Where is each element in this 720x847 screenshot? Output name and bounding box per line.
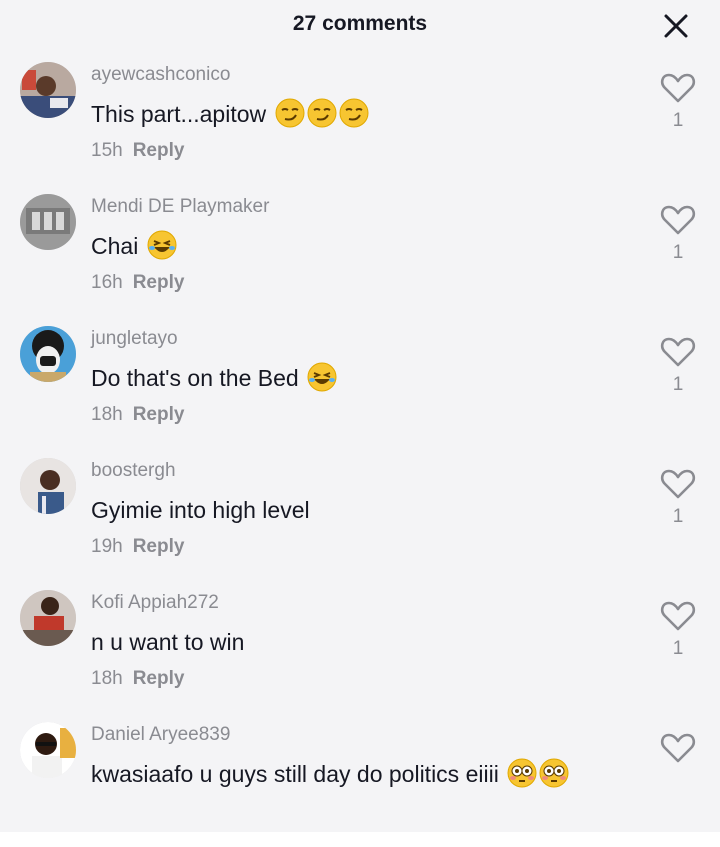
comment-meta: 15h Reply xyxy=(91,140,184,162)
reply-button[interactable]: Reply xyxy=(133,272,185,293)
comment-text: Do that's on the Bed xyxy=(91,361,631,395)
comment-text: Gyimie into high level xyxy=(91,497,310,523)
comment-item: boostergh Gyimie into high level 19h Repl… xyxy=(0,458,720,590)
joy-emoji-icon xyxy=(307,362,337,392)
like-count: 1 xyxy=(672,242,684,263)
avatar[interactable] xyxy=(20,326,76,382)
comments-count-title: 27 comments xyxy=(292,12,428,35)
comment-text: kwasiaafo u guys still day do politics e… xyxy=(91,757,631,791)
comment-item: Mendi DE Playmaker Chai 16h Reply 1 xyxy=(0,194,720,326)
reply-button[interactable]: Reply xyxy=(133,140,185,161)
comments-sheet: 27 comments ayewcashconico This part...a… xyxy=(0,0,720,847)
comment-username[interactable]: Daniel Aryee839 xyxy=(91,724,230,746)
comment-username[interactable]: ayewcashconico xyxy=(91,64,230,86)
comment-item: Kofi Appiah272 n u want to win 18h Reply … xyxy=(0,590,720,722)
heart-icon[interactable] xyxy=(660,336,696,368)
avatar[interactable] xyxy=(20,194,76,250)
comments-header: 27 comments xyxy=(0,0,720,54)
comment-time: 18h xyxy=(91,404,123,425)
avatar[interactable] xyxy=(20,62,76,118)
comment-meta: 19h Reply xyxy=(91,536,184,558)
comment-text: n u want to win xyxy=(91,629,245,655)
flushed-emoji-icon xyxy=(507,758,537,788)
comment-item: Daniel Aryee839 kwasiaafo u guys still d… xyxy=(0,722,720,832)
comment-username[interactable]: Mendi DE Playmaker xyxy=(91,196,269,218)
reply-button[interactable]: Reply xyxy=(133,536,185,557)
comment-text: Chai xyxy=(91,229,631,263)
bottom-bar xyxy=(0,832,720,847)
reply-button[interactable]: Reply xyxy=(133,668,185,689)
avatar[interactable] xyxy=(20,458,76,514)
comment-time: 16h xyxy=(91,272,123,293)
heart-icon[interactable] xyxy=(660,468,696,500)
heart-icon[interactable] xyxy=(660,732,696,764)
comment-username[interactable]: Kofi Appiah272 xyxy=(91,592,219,614)
like-count: 1 xyxy=(672,110,684,131)
like-count: 1 xyxy=(672,506,684,527)
heart-icon[interactable] xyxy=(660,600,696,632)
comment-item: ayewcashconico This part...apitow 15h Rep… xyxy=(0,62,720,194)
comment-item: jungletayo Do that's on the Bed 18h Reply… xyxy=(0,326,720,458)
comment-time: 18h xyxy=(91,668,123,689)
comment-time: 15h xyxy=(91,140,123,161)
comment-meta: 18h Reply xyxy=(91,668,184,690)
avatar[interactable] xyxy=(20,722,76,778)
avatar[interactable] xyxy=(20,590,76,646)
reply-button[interactable]: Reply xyxy=(133,404,185,425)
comment-meta: 16h Reply xyxy=(91,272,184,294)
joy-emoji-icon xyxy=(147,230,177,260)
heart-icon[interactable] xyxy=(660,204,696,236)
comment-meta: 18h Reply xyxy=(91,404,184,426)
smirk-emoji-icon xyxy=(275,98,305,128)
close-icon[interactable] xyxy=(662,12,690,40)
smirk-emoji-icon xyxy=(307,98,337,128)
comment-time: 19h xyxy=(91,536,123,557)
flushed-emoji-icon xyxy=(539,758,569,788)
like-count: 1 xyxy=(672,638,684,659)
comment-text: This part...apitow xyxy=(91,97,631,131)
comment-username[interactable]: jungletayo xyxy=(91,328,178,350)
heart-icon[interactable] xyxy=(660,72,696,104)
comment-username[interactable]: boostergh xyxy=(91,460,176,482)
like-count: 1 xyxy=(672,374,684,395)
smirk-emoji-icon xyxy=(339,98,369,128)
